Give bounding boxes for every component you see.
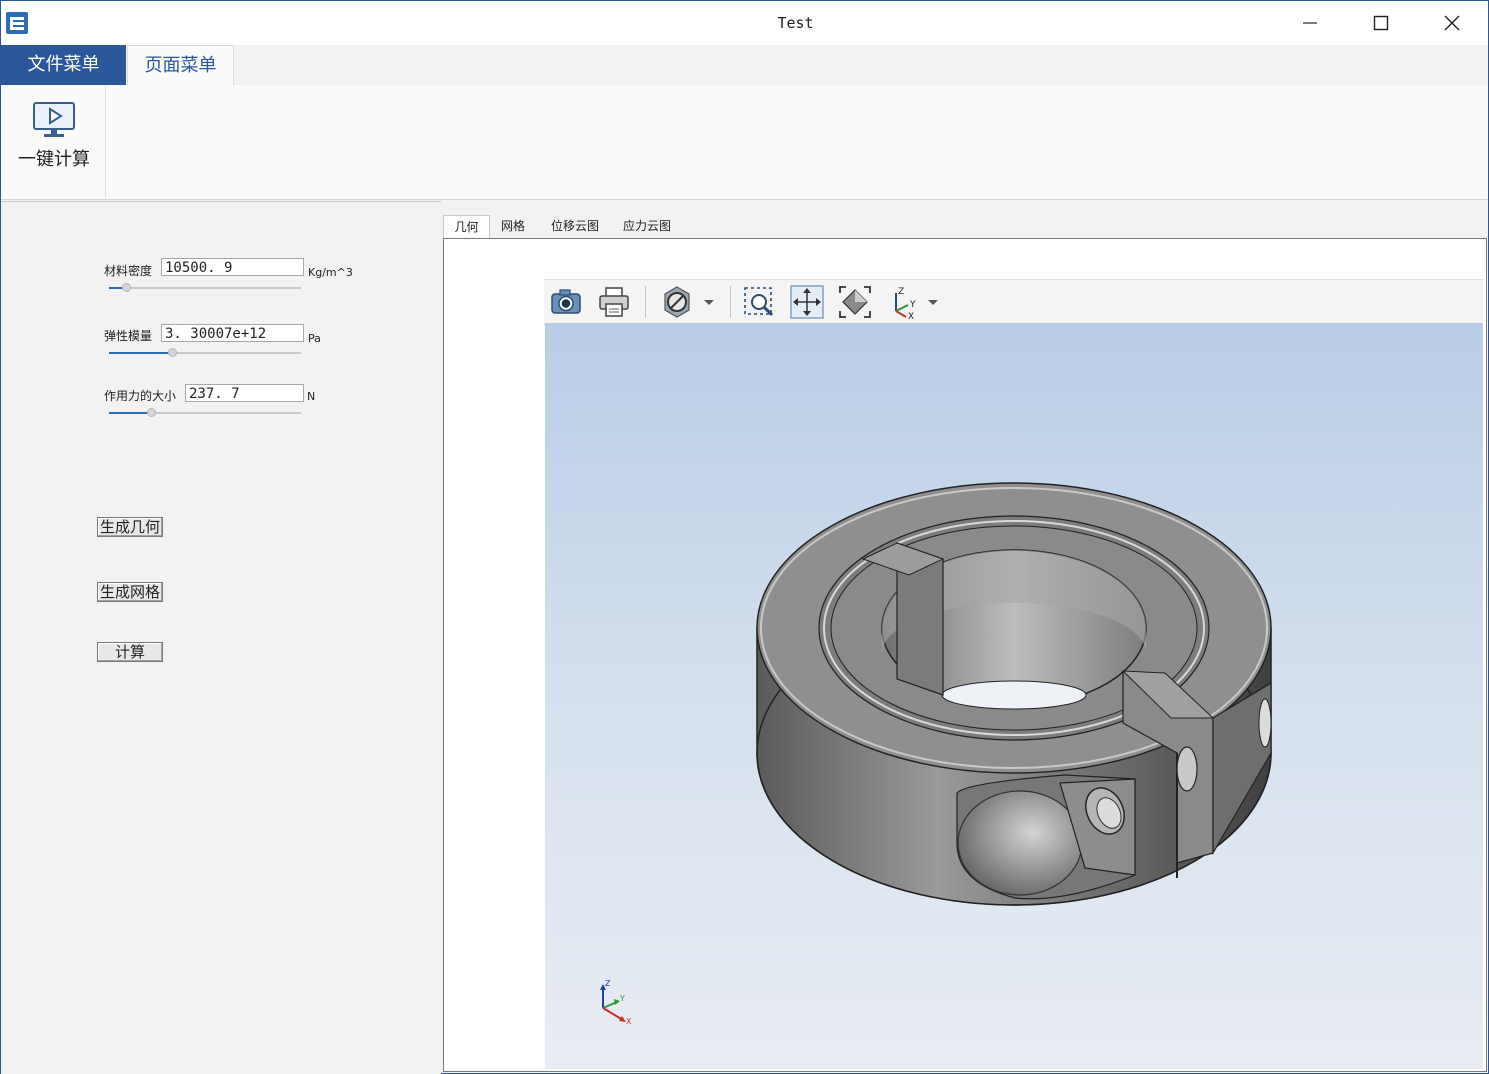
density-input[interactable]: 10500. 9 xyxy=(161,258,304,276)
slider-fill xyxy=(109,352,173,354)
triad-y-label: Y xyxy=(619,994,625,1003)
axis-orientation-dropdown[interactable]: Z Y X xyxy=(886,285,946,322)
maximize-icon xyxy=(1373,15,1389,31)
zoom-box-icon xyxy=(744,287,774,317)
3d-viewport[interactable]: Z Y X xyxy=(545,323,1483,1069)
modulus-label: 弹性模量 xyxy=(104,329,153,343)
minimize-button[interactable] xyxy=(1275,1,1345,45)
modulus-input[interactable]: 3. 30007e+12 xyxy=(161,324,304,342)
axis-triad-icon: Z Y X xyxy=(600,979,632,1026)
tab-displacement-contour[interactable]: 位移云图 xyxy=(541,215,609,238)
axis-x-letter: X xyxy=(908,312,914,319)
compute-all-label: 一键计算 xyxy=(18,149,90,170)
camera-icon xyxy=(551,289,581,314)
force-unit: N xyxy=(307,390,316,403)
density-label: 材料密度 xyxy=(104,264,153,278)
modulus-slider[interactable] xyxy=(109,348,301,358)
minimize-icon xyxy=(1303,22,1317,24)
ribbon-panel: 一键计算 xyxy=(1,85,1488,200)
shaft-collar-model xyxy=(756,482,1272,906)
generate-geometry-button[interactable]: 生成几何 xyxy=(97,517,163,537)
zoom-box-button[interactable] xyxy=(742,285,776,319)
slider-track xyxy=(109,287,301,289)
axis-z-letter: Z xyxy=(898,287,904,297)
tab-stress-contour[interactable]: 应力云图 xyxy=(613,215,681,238)
ribbon-tab-bar: 文件菜单 页面菜单 xyxy=(1,45,1488,86)
app-window: Test 文件菜单 页面菜单 一键计算 材料密度 10500. 9 Kg/m^3… xyxy=(0,0,1489,1074)
tab-mesh[interactable]: 网格 xyxy=(493,215,533,238)
density-slider[interactable] xyxy=(109,283,301,293)
axis-y-letter: Y xyxy=(909,300,916,310)
print-button[interactable] xyxy=(597,285,631,319)
force-label: 作用力的大小 xyxy=(104,389,177,403)
ribbon-group-compute: 一键计算 xyxy=(1,85,106,197)
monitor-play-icon xyxy=(33,102,75,137)
triad-z-label: Z xyxy=(605,979,611,988)
force-slider[interactable] xyxy=(109,408,301,418)
generate-mesh-button[interactable]: 生成网格 xyxy=(97,582,163,602)
fit-all-button[interactable] xyxy=(838,285,872,319)
tab-file-menu[interactable]: 文件菜单 xyxy=(1,45,126,85)
toolbar-separator xyxy=(645,286,646,318)
tab-geometry[interactable]: 几何 xyxy=(443,215,490,240)
slider-thumb[interactable] xyxy=(168,348,178,357)
no-selection-icon xyxy=(664,286,714,318)
close-icon xyxy=(1444,15,1460,31)
tab-page-menu[interactable]: 页面菜单 xyxy=(127,45,234,86)
slider-fill xyxy=(109,412,152,414)
slider-thumb[interactable] xyxy=(147,408,157,417)
triad-x-label: X xyxy=(626,1017,632,1026)
print-icon xyxy=(599,287,629,317)
parameter-panel: 材料密度 10500. 9 Kg/m^3 弹性模量 3. 30007e+12 P… xyxy=(1,201,441,1074)
screenshot-button[interactable] xyxy=(549,285,583,319)
viewer-toolbar: Z Y X xyxy=(544,279,1483,325)
density-unit: Kg/m^3 xyxy=(308,266,353,279)
slider-thumb[interactable] xyxy=(122,283,132,292)
compute-all-button[interactable]: 一键计算 xyxy=(9,93,99,189)
close-button[interactable] xyxy=(1417,1,1487,45)
axis-orientation-icon: Z Y X xyxy=(895,287,938,322)
title-bar: Test xyxy=(1,1,1488,45)
pan-icon xyxy=(790,285,824,319)
window-title: Test xyxy=(777,14,814,32)
maximize-button[interactable] xyxy=(1346,1,1416,45)
compute-button[interactable]: 计算 xyxy=(97,642,163,662)
toolbar-separator xyxy=(730,286,731,318)
selection-mode-dropdown[interactable] xyxy=(660,285,720,319)
pan-button[interactable] xyxy=(790,285,824,319)
force-input[interactable]: 237. 7 xyxy=(185,384,304,402)
modulus-unit: Pa xyxy=(308,332,321,345)
fit-all-icon xyxy=(839,286,871,318)
